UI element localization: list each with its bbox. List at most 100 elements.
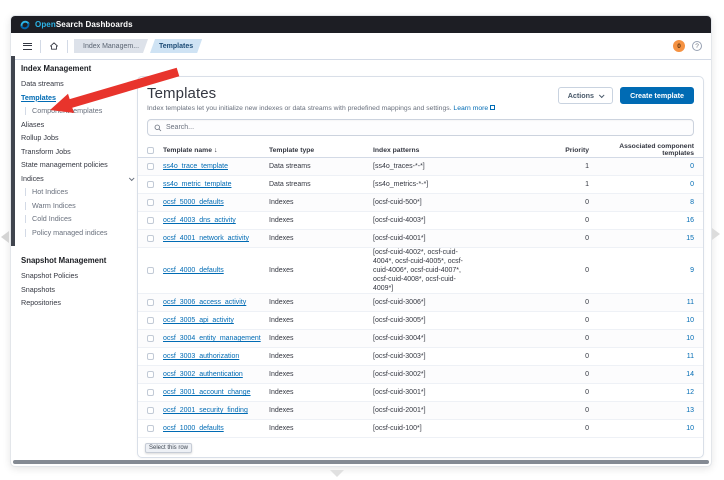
template-name-link[interactable]: ocsf_5000_defaults xyxy=(163,199,224,206)
row-checkbox[interactable] xyxy=(147,317,154,325)
row-checkbox[interactable] xyxy=(147,267,154,275)
external-link-icon xyxy=(490,105,496,110)
search-input[interactable]: Search... xyxy=(147,119,694,136)
associated-count-link[interactable]: 8 xyxy=(690,199,694,206)
sidebar-item-state-management-policies[interactable]: State management policies xyxy=(21,161,137,169)
column-header-priority[interactable]: Priority xyxy=(555,147,589,154)
associated-count-link[interactable]: 11 xyxy=(687,353,694,360)
column-header-template-type[interactable]: Template type xyxy=(269,147,373,154)
row-checkbox[interactable] xyxy=(147,371,154,379)
table-row: ocsf_3004_entity_management Indexes [ocs… xyxy=(138,330,703,349)
template-name-link[interactable]: ocsf_4003_dns_activity xyxy=(163,217,236,224)
associated-count-link[interactable]: 15 xyxy=(686,235,694,242)
sidebar-item-policy-managed-indices[interactable]: Policy managed indices xyxy=(25,227,137,237)
learn-more-link[interactable]: Learn more xyxy=(453,105,488,112)
sidebar-item-label: Indices xyxy=(21,173,44,183)
sidebar-item-component-templates[interactable]: Component templates xyxy=(25,107,137,115)
priority-cell: 0 xyxy=(585,407,589,415)
table-row: ocsf_4001_network_activity Indexes [ocsf… xyxy=(138,230,703,248)
table-row: ocsf_3001_account_change Indexes [ocsf-c… xyxy=(138,384,703,403)
sidebar-item-repositories[interactable]: Repositories xyxy=(21,299,137,307)
horizontal-scrollbar[interactable] xyxy=(13,460,709,464)
sidebar-item-label: Policy managed indices xyxy=(32,227,108,237)
associated-count-link[interactable]: 10 xyxy=(686,335,694,342)
sidebar-item-aliases[interactable]: Aliases xyxy=(21,119,137,129)
associated-count-link[interactable]: 11 xyxy=(687,299,694,306)
actions-button[interactable]: Actions xyxy=(557,87,614,104)
associated-count-link[interactable]: 14 xyxy=(686,371,694,378)
sidebar-item-label: Aliases xyxy=(21,119,45,129)
template-name-link[interactable]: ocsf_3002_authentication xyxy=(163,371,243,378)
sidebar-item-cold-indices[interactable]: Cold Indices xyxy=(25,215,137,224)
opensearch-logo-icon xyxy=(20,20,30,29)
table-row: ss4o_trace_template Data streams [ss4o_t… xyxy=(138,158,703,176)
associated-count-link[interactable]: 12 xyxy=(686,389,694,396)
breadcrumb-templates[interactable]: Templates xyxy=(150,39,202,53)
row-checkbox[interactable] xyxy=(147,335,154,343)
sidebar-item-transform-jobs[interactable]: Transform Jobs xyxy=(21,147,137,156)
associated-count-link[interactable]: 16 xyxy=(686,217,694,224)
notification-badge[interactable]: 0 xyxy=(673,40,685,52)
associated-count-link[interactable]: 9 xyxy=(690,267,694,274)
template-type-cell: Indexes xyxy=(269,199,294,206)
divider xyxy=(40,39,41,53)
chevron-down-icon xyxy=(598,91,605,98)
template-type-cell: Data streams xyxy=(269,163,311,170)
sidebar-item-indices[interactable]: Indices xyxy=(21,173,137,183)
row-checkbox[interactable] xyxy=(147,181,154,188)
template-name-link[interactable]: ocsf_3004_entity_management xyxy=(163,335,261,342)
column-header-index-patterns[interactable]: Index patterns xyxy=(373,147,555,154)
column-header-associated[interactable]: Associated component templates xyxy=(589,143,694,157)
associated-count-link[interactable]: 10 xyxy=(686,425,694,432)
breadcrumb-index-managem-[interactable]: Index Managem... xyxy=(74,39,148,53)
carousel-down-icon[interactable] xyxy=(330,470,344,477)
carousel-prev-icon[interactable] xyxy=(1,231,9,243)
hamburger-icon xyxy=(22,42,32,50)
search-placeholder: Search... xyxy=(166,124,195,131)
sidebar-item-warm-indices[interactable]: Warm Indices xyxy=(25,201,137,210)
template-name-link[interactable]: ocsf_3003_authorization xyxy=(163,353,239,360)
associated-count-link[interactable]: 0 xyxy=(690,163,694,170)
template-name-link[interactable]: ocsf_2001_security_finding xyxy=(163,407,248,414)
help-icon[interactable]: ? xyxy=(692,41,702,51)
sidebar-item-data-streams[interactable]: Data streams xyxy=(21,80,137,88)
sidebar-item-snapshot-policies[interactable]: Snapshot Policies xyxy=(21,272,137,280)
template-name-link[interactable]: ss4o_trace_template xyxy=(163,163,228,170)
row-checkbox[interactable] xyxy=(147,299,154,307)
row-checkbox[interactable] xyxy=(147,235,154,242)
row-checkbox[interactable] xyxy=(147,353,154,361)
row-checkbox[interactable] xyxy=(147,389,154,397)
priority-cell: 1 xyxy=(585,163,589,170)
associated-count-link[interactable]: 10 xyxy=(686,317,694,324)
menu-toggle-button[interactable] xyxy=(20,39,34,53)
template-name-link[interactable]: ocsf_3006_access_activity xyxy=(163,299,246,306)
template-name-link[interactable]: ocsf_4001_network_activity xyxy=(163,235,249,242)
template-name-link[interactable]: ocsf_1000_defaults xyxy=(163,425,224,432)
template-name-link[interactable]: ocsf_3005_api_activity xyxy=(163,317,234,324)
column-header-template-name[interactable]: Template name ↓ xyxy=(163,147,269,154)
sidebar-item-hot-indices[interactable]: Hot Indices xyxy=(25,188,137,197)
index-patterns-cell: [ocsf-cuid-3003*] xyxy=(373,353,426,361)
sidebar-item-templates[interactable]: Templates xyxy=(21,93,137,102)
row-checkbox[interactable] xyxy=(147,407,154,415)
carousel-next-icon[interactable] xyxy=(712,228,720,240)
template-name-link[interactable]: ocsf_4000_defaults xyxy=(163,267,224,274)
left-edge-strip xyxy=(11,56,15,246)
sidebar-item-rollup-jobs[interactable]: Rollup Jobs xyxy=(21,134,137,142)
row-checkbox[interactable] xyxy=(147,217,154,224)
template-type-cell: Indexes xyxy=(269,371,294,379)
associated-count-link[interactable]: 0 xyxy=(690,181,694,188)
priority-cell: 0 xyxy=(585,199,589,206)
row-checkbox[interactable] xyxy=(147,199,154,206)
row-checkbox[interactable] xyxy=(147,425,154,433)
create-template-button[interactable]: Create template xyxy=(620,87,694,104)
select-all-checkbox[interactable] xyxy=(147,146,154,154)
sidebar-item-snapshots[interactable]: Snapshots xyxy=(21,285,137,294)
template-name-link[interactable]: ss4o_metric_template xyxy=(163,181,231,188)
associated-count-link[interactable]: 13 xyxy=(686,407,694,414)
sort-desc-icon: ↓ xyxy=(213,146,218,154)
row-checkbox[interactable] xyxy=(147,163,154,170)
template-name-link[interactable]: ocsf_3001_account_change xyxy=(163,389,251,396)
home-button[interactable] xyxy=(47,39,61,53)
priority-cell: 0 xyxy=(585,317,589,325)
